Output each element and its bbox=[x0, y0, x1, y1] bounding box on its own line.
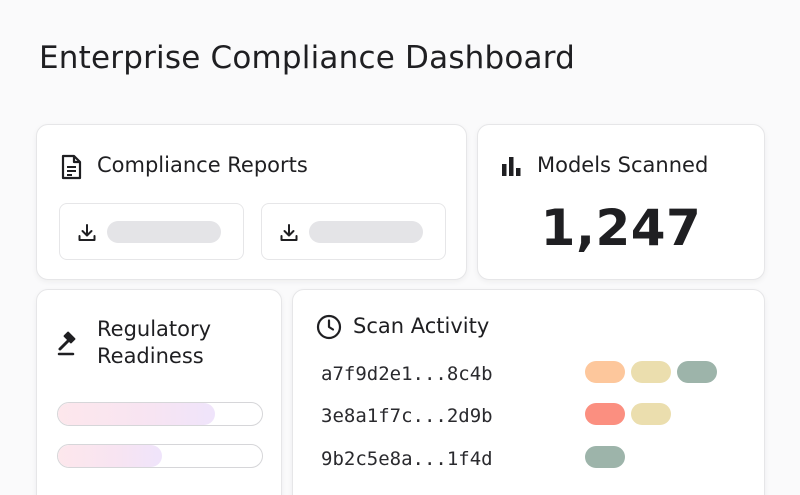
bar-chart-icon bbox=[502, 157, 521, 176]
download-icon bbox=[78, 224, 96, 241]
status-tag bbox=[585, 403, 625, 425]
clock-icon bbox=[316, 314, 342, 340]
models-scanned-count: 1,247 bbox=[540, 199, 702, 257]
readiness-progress-bar bbox=[57, 444, 263, 468]
compliance-reports-title: Compliance Reports bbox=[97, 153, 308, 177]
scan-hash: 3e8a1f7c...2d9b bbox=[321, 405, 493, 427]
scan-hash: a7f9d2e1...8c4b bbox=[321, 363, 493, 385]
scan-hash: 9b2c5e8a...1f4d bbox=[321, 448, 493, 470]
readiness-progress-fill bbox=[58, 445, 163, 467]
page-title: Enterprise Compliance Dashboard bbox=[39, 40, 576, 76]
scan-activity-title: Scan Activity bbox=[353, 314, 490, 338]
compliance-reports-card: Compliance Reports bbox=[36, 124, 467, 280]
scan-activity-card: Scan Activity a7f9d2e1...8c4b 3e8a1f7c..… bbox=[292, 289, 765, 495]
status-tag bbox=[631, 361, 671, 383]
readiness-progress-bar bbox=[57, 402, 263, 426]
regulatory-readiness-card: Regulatory Readiness bbox=[36, 289, 282, 495]
models-scanned-card: Models Scanned 1,247 bbox=[477, 124, 765, 280]
download-report-button[interactable] bbox=[59, 203, 244, 260]
gavel-icon bbox=[57, 331, 76, 356]
status-tag bbox=[677, 361, 717, 383]
models-scanned-title: Models Scanned bbox=[537, 153, 709, 177]
readiness-progress-fill bbox=[58, 403, 216, 425]
download-icon bbox=[280, 224, 298, 241]
report-label-placeholder bbox=[107, 221, 221, 243]
report-label-placeholder bbox=[309, 221, 423, 243]
document-icon bbox=[61, 154, 82, 180]
status-tag bbox=[585, 361, 625, 383]
status-tag bbox=[585, 446, 625, 468]
regulatory-readiness-title: Regulatory Readiness bbox=[97, 317, 212, 368]
status-tag bbox=[631, 403, 671, 425]
download-report-button[interactable] bbox=[261, 203, 446, 260]
